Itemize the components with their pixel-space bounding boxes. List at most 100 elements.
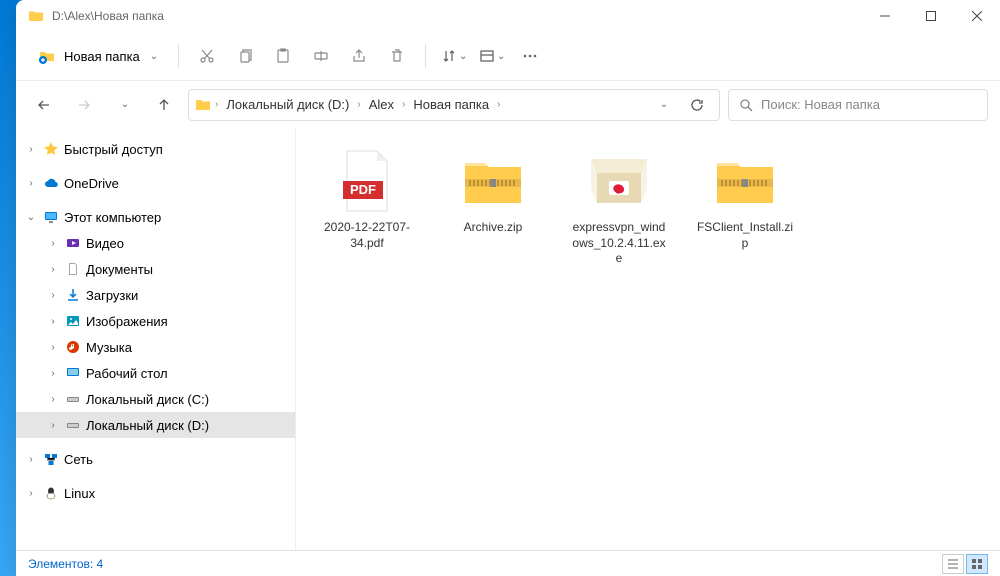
search-input[interactable]: Поиск: Новая папка <box>728 89 988 121</box>
details-view-button[interactable] <box>942 554 964 574</box>
tree-label: Быстрый доступ <box>64 142 163 157</box>
file-item[interactable]: PDF 2020-12-22T07-34.pdf <box>312 140 422 273</box>
tree-onedrive[interactable]: › OneDrive <box>16 170 295 196</box>
tree-drive-d[interactable]: › Локальный диск (D:) <box>16 412 295 438</box>
chevron-down-icon: ⌄ <box>660 99 668 110</box>
chevron-right-icon: › <box>495 99 502 110</box>
new-folder-label: Новая папка <box>64 49 140 64</box>
tree-music[interactable]: › Музыка <box>16 334 295 360</box>
file-item[interactable]: expressvpn_windows_10.2.4.11.exe <box>564 140 674 273</box>
chevron-right-icon[interactable]: › <box>46 290 60 301</box>
chevron-right-icon[interactable]: › <box>46 342 60 353</box>
file-list[interactable]: PDF 2020-12-22T07-34.pdf Archive.zip exp… <box>296 128 1000 550</box>
rename-button[interactable] <box>303 38 339 74</box>
tree-label: Рабочий стол <box>86 366 168 381</box>
tree-network[interactable]: › Сеть <box>16 446 295 472</box>
tree-label: Локальный диск (D:) <box>86 418 209 433</box>
chevron-down-icon: ⌄ <box>459 51 467 62</box>
file-name: 2020-12-22T07-34.pdf <box>318 220 416 251</box>
maximize-button[interactable] <box>908 0 954 32</box>
new-folder-button[interactable]: Новая папка ⌄ <box>28 41 168 71</box>
zip-icon <box>458 146 528 216</box>
tree-label: Локальный диск (C:) <box>86 392 209 407</box>
file-item[interactable]: Archive.zip <box>438 140 548 273</box>
tree-documents[interactable]: › Документы <box>16 256 295 282</box>
tree-label: Документы <box>86 262 153 277</box>
tree-pictures[interactable]: › Изображения <box>16 308 295 334</box>
more-button[interactable] <box>512 38 548 74</box>
drive-icon <box>64 416 82 434</box>
toolbar: Новая папка ⌄ ⌄ ⌄ <box>16 32 1000 80</box>
tree-linux[interactable]: › Linux <box>16 480 295 506</box>
close-button[interactable] <box>954 0 1000 32</box>
breadcrumb-item[interactable]: Новая папка <box>409 95 493 114</box>
chevron-right-icon[interactable]: › <box>46 264 60 275</box>
chevron-right-icon[interactable]: › <box>46 420 60 431</box>
minimize-button[interactable] <box>862 0 908 32</box>
tree-videos[interactable]: › Видео <box>16 230 295 256</box>
tree-label: Видео <box>86 236 124 251</box>
window-controls <box>862 0 1000 32</box>
music-icon <box>64 338 82 356</box>
picture-icon <box>64 312 82 330</box>
addr-dropdown[interactable]: ⌄ <box>647 89 679 121</box>
zip-icon <box>710 146 780 216</box>
recent-dropdown[interactable]: ⌄ <box>108 89 140 121</box>
item-count: Элементов: 4 <box>28 557 103 571</box>
cloud-icon <box>42 174 60 192</box>
tree-label: OneDrive <box>64 176 119 191</box>
chevron-right-icon: › <box>355 99 362 110</box>
chevron-right-icon[interactable]: › <box>46 316 60 327</box>
tree-drive-c[interactable]: › Локальный диск (C:) <box>16 386 295 412</box>
breadcrumb-item[interactable]: Alex <box>365 95 398 114</box>
tree-label: Загрузки <box>86 288 138 303</box>
breadcrumb-item[interactable]: Локальный диск (D:) <box>222 95 353 114</box>
copy-button[interactable] <box>227 38 263 74</box>
chevron-down-icon: ⌄ <box>121 99 129 110</box>
search-placeholder: Поиск: Новая папка <box>761 97 880 112</box>
tree-label: Этот компьютер <box>64 210 161 225</box>
paste-button[interactable] <box>265 38 301 74</box>
share-button[interactable] <box>341 38 377 74</box>
tree-quick-access[interactable]: › Быстрый доступ <box>16 136 295 162</box>
chevron-right-icon[interactable]: › <box>46 238 60 249</box>
navbar: ⌄ › Локальный диск (D:) › Alex › Новая п… <box>16 80 1000 128</box>
drive-icon <box>64 390 82 408</box>
folder-icon <box>195 97 211 113</box>
chevron-right-icon[interactable]: › <box>24 144 38 155</box>
cut-button[interactable] <box>189 38 225 74</box>
tree-this-pc[interactable]: ⌄ Этот компьютер <box>16 204 295 230</box>
up-button[interactable] <box>148 89 180 121</box>
chevron-right-icon[interactable]: › <box>24 178 38 189</box>
pdf-icon: PDF <box>332 146 402 216</box>
svg-text:PDF: PDF <box>350 182 376 197</box>
chevron-right-icon[interactable]: › <box>24 488 38 499</box>
linux-icon <box>42 484 60 502</box>
address-bar[interactable]: › Локальный диск (D:) › Alex › Новая пап… <box>188 89 720 121</box>
refresh-button[interactable] <box>681 89 713 121</box>
titlebar[interactable]: D:\Alex\Новая папка <box>16 0 1000 32</box>
folder-icon <box>28 8 44 24</box>
tree-label: Музыка <box>86 340 132 355</box>
chevron-right-icon[interactable]: › <box>46 368 60 379</box>
delete-button[interactable] <box>379 38 415 74</box>
back-button[interactable] <box>28 89 60 121</box>
body: › Быстрый доступ › OneDrive ⌄ Этот компь… <box>16 128 1000 550</box>
chevron-down-icon: ⌄ <box>150 51 158 62</box>
tree-desktop[interactable]: › Рабочий стол <box>16 360 295 386</box>
file-name: Archive.zip <box>464 220 523 236</box>
sort-button[interactable]: ⌄ <box>436 38 472 74</box>
download-icon <box>64 286 82 304</box>
chevron-right-icon[interactable]: › <box>24 454 38 465</box>
chevron-right-icon: › <box>400 99 407 110</box>
chevron-right-icon[interactable]: › <box>46 394 60 405</box>
chevron-right-icon: › <box>213 99 220 110</box>
view-button[interactable]: ⌄ <box>474 38 510 74</box>
document-icon <box>64 260 82 278</box>
file-item[interactable]: FSClient_Install.zip <box>690 140 800 273</box>
chevron-down-icon[interactable]: ⌄ <box>24 212 38 223</box>
tree-downloads[interactable]: › Загрузки <box>16 282 295 308</box>
forward-button[interactable] <box>68 89 100 121</box>
new-folder-icon <box>38 47 56 65</box>
icons-view-button[interactable] <box>966 554 988 574</box>
